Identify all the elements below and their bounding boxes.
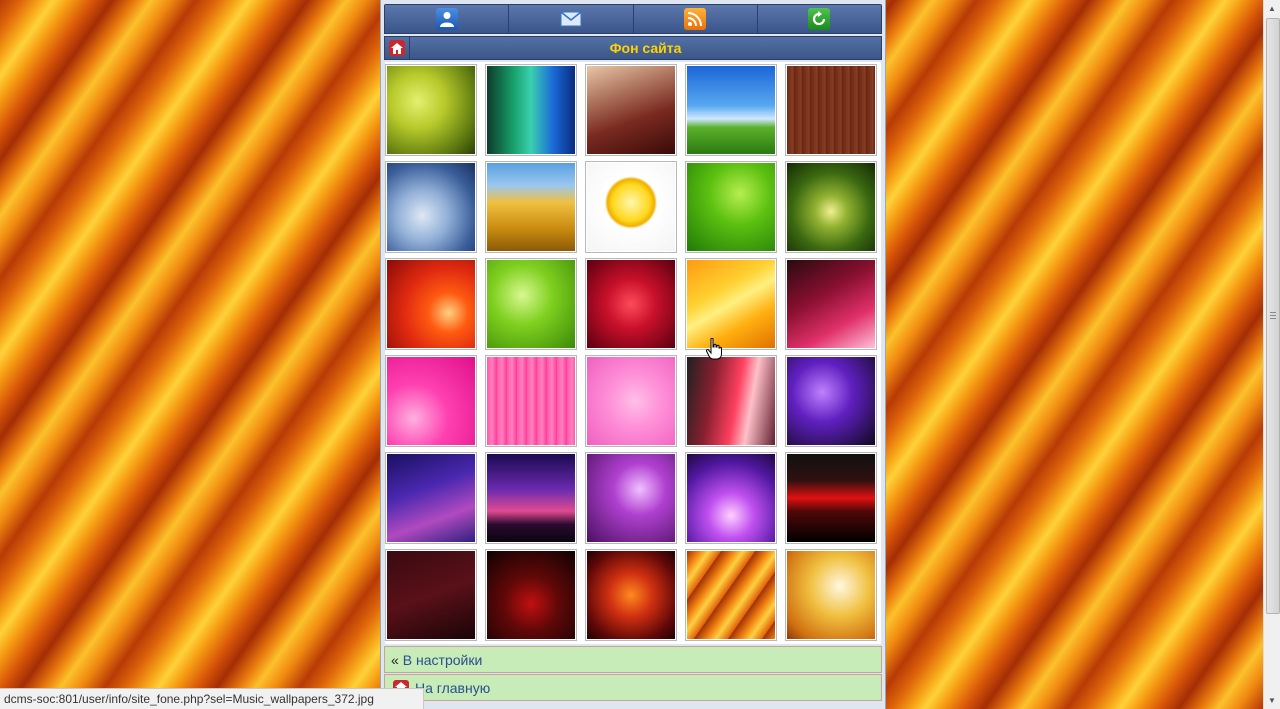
wallpaper-image-green-blue-aurora (487, 66, 575, 154)
wallpaper-thumb[interactable] (585, 355, 677, 447)
wallpaper-image-woman-silhouette-flowers (387, 66, 475, 154)
home-icon (389, 40, 405, 56)
wallpaper-thumb[interactable] (385, 452, 477, 544)
wallpaper-thumb[interactable] (485, 64, 577, 156)
wallpaper-image-equalizer (787, 454, 875, 542)
wallpaper-thumb[interactable] (685, 258, 777, 350)
wallpaper-image-grass-sky (687, 66, 775, 154)
wallpaper-thumb[interactable] (785, 64, 877, 156)
back-arrow: « (391, 651, 399, 668)
wallpaper-image-hummingbird (487, 260, 575, 348)
wallpaper-image-brown-swirl (587, 66, 675, 154)
home-link[interactable]: На главную (384, 674, 882, 701)
wallpaper-image-fire-nebula (587, 551, 675, 639)
wallpaper-image-autumn-leaves (787, 551, 875, 639)
wallpaper-thumb[interactable] (485, 258, 577, 350)
status-url: dcms-soc:801/user/info/site_fone.php?sel… (4, 692, 374, 706)
page-title: Фон сайта (609, 40, 682, 56)
main-panel: Фон сайта « В настройки На главную (380, 0, 886, 709)
nav-refresh-button[interactable] (757, 5, 881, 33)
wallpaper-thumb[interactable] (785, 355, 877, 447)
wallpaper-image-dark-maroon (387, 551, 475, 639)
wallpaper-image-red-cubes (487, 551, 575, 639)
wallpaper-thumb[interactable] (385, 549, 477, 641)
wallpaper-thumb[interactable] (485, 549, 577, 641)
wallpaper-image-pink-stripes (487, 357, 575, 445)
hand-cursor-icon (705, 337, 722, 365)
wallpaper-thumb[interactable] (785, 161, 877, 253)
wallpaper-image-violet-glow (687, 454, 775, 542)
wallpaper-thumb[interactable] (585, 452, 677, 544)
refresh-icon (808, 8, 831, 30)
wallpaper-image-purple-blur (387, 454, 475, 542)
wallpaper-thumb[interactable] (585, 161, 677, 253)
page-scrollbar[interactable]: ▲ ▼ (1263, 0, 1280, 709)
scroll-up-arrow[interactable]: ▲ (1264, 0, 1280, 17)
wallpaper-image-purple-planet-sunset (487, 454, 575, 542)
home-button[interactable] (385, 37, 410, 59)
wallpaper-thumb[interactable] (685, 64, 777, 156)
nav-mail-button[interactable] (509, 5, 634, 33)
top-nav (384, 4, 882, 34)
wallpaper-thumb[interactable] (585, 64, 677, 156)
settings-link[interactable]: « В настройки (384, 646, 882, 673)
scroll-thumb[interactable] (1266, 18, 1280, 614)
wallpaper-thumb[interactable] (385, 258, 477, 350)
nav-profile-button[interactable] (385, 5, 510, 33)
wallpaper-image-pink-swirl (787, 260, 875, 348)
wallpaper-thumb[interactable] (785, 258, 877, 350)
wallpaper-thumb[interactable] (485, 452, 577, 544)
wallpaper-image-yellow-waves (687, 260, 775, 348)
wallpaper-thumb[interactable] (385, 161, 477, 253)
wallpaper-thumb[interactable] (385, 64, 477, 156)
wallpaper-image-pink-stars (387, 357, 475, 445)
wallpaper-thumb[interactable] (685, 161, 777, 253)
wallpaper-thumb[interactable] (585, 258, 677, 350)
wallpaper-thumb[interactable] (685, 452, 777, 544)
wallpaper-thumb[interactable] (485, 355, 577, 447)
settings-link-label: В настройки (402, 651, 483, 668)
wallpaper-image-purple-bokeh (787, 357, 875, 445)
wallpaper-image-clouds (387, 163, 475, 251)
wallpaper-image-forest-path (787, 163, 875, 251)
wallpaper-image-red-bokeh (587, 260, 675, 348)
page-header: Фон сайта (384, 36, 882, 60)
browser-status-bar: dcms-soc:801/user/info/site_fone.php?sel… (0, 688, 424, 709)
wallpaper-thumb[interactable] (785, 452, 877, 544)
wallpaper-image-green-drops (687, 163, 775, 251)
wallpaper-thumb[interactable] (785, 549, 877, 641)
nav-rss-button[interactable] (633, 5, 758, 33)
user-icon (435, 8, 458, 30)
scroll-down-arrow[interactable]: ▼ (1264, 692, 1280, 709)
wallpaper-image-red-flower (387, 260, 475, 348)
wallpaper-image-wheat (487, 163, 575, 251)
wallpaper-grid (385, 62, 881, 644)
wallpaper-thumb[interactable] (685, 549, 777, 641)
mail-icon (560, 8, 582, 30)
home-link-label: На главную (415, 679, 491, 696)
wallpaper-thumb[interactable] (385, 355, 477, 447)
wallpaper-image-pink-bubbles (587, 357, 675, 445)
wallpaper-image-orange-streaks (687, 551, 775, 639)
wallpaper-thumb[interactable] (585, 549, 677, 641)
wallpaper-image-red-light-rays (687, 357, 775, 445)
wallpaper-image-wood-planks (787, 66, 875, 154)
wallpaper-thumb[interactable] (485, 161, 577, 253)
rss-icon (684, 8, 707, 30)
wallpaper-image-lemon (587, 163, 675, 251)
wallpaper-image-violet-sparkles (587, 454, 675, 542)
wallpaper-thumb[interactable] (685, 355, 777, 447)
